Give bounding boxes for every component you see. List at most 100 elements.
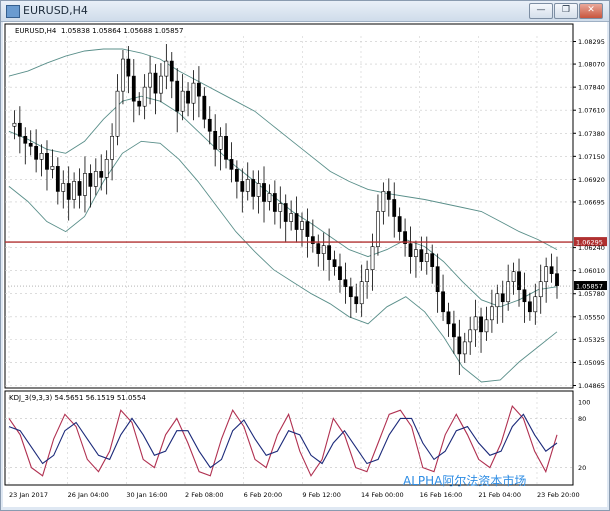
candle-body: [12, 122, 17, 127]
candle-body: [251, 179, 256, 197]
candle-body: [191, 82, 196, 104]
candle-body: [489, 306, 494, 321]
candle-body: [153, 72, 158, 94]
candle-body: [240, 181, 245, 192]
chart-window: EURUSD,H4 — ❐ ✕ 100 80 20 1.08295 1.08070 1.…: [0, 0, 610, 511]
candle-body: [397, 216, 402, 232]
candle-body: [365, 269, 369, 283]
y-tick-label: 1.06920: [578, 176, 605, 184]
candle-body: [479, 316, 483, 333]
indicator-tick-label: 80: [578, 415, 586, 423]
candle-body: [435, 266, 440, 293]
candle-body: [527, 301, 532, 313]
time-axis: 23 Jan 2017 26 Jan 04:00 30 Jan 16:00 2 Feb…: [9, 491, 580, 499]
symbol-header: EURUSD,H4: [15, 27, 57, 35]
indicator-tick-label: 20: [578, 464, 586, 472]
chart-area[interactable]: 100 80 20 1.08295 1.08070 1.07840 1.07610 1.07…: [3, 22, 608, 507]
candle-body: [186, 90, 190, 104]
candle-body: [164, 60, 169, 77]
candle-body: [207, 118, 212, 132]
y-tick-label: 1.08070: [578, 61, 605, 69]
y-tick-label: 1.07840: [578, 84, 605, 92]
candle-body: [348, 286, 353, 298]
window-titlebar[interactable]: EURUSD,H4 — ❐ ✕: [1, 1, 609, 22]
candlestick-chart[interactable]: 100 80 20 1.08295 1.08070 1.07840 1.07610 1.07…: [3, 22, 608, 507]
candle-body: [300, 221, 304, 230]
candle-body: [66, 183, 71, 200]
candle-body: [354, 296, 359, 305]
x-tick-label: 16 Feb 16:00: [420, 491, 463, 499]
candle-body: [28, 143, 33, 147]
candle-body: [245, 179, 250, 192]
candle-body: [538, 281, 543, 298]
candle-body: [131, 75, 136, 102]
candle-body: [517, 271, 521, 291]
candle-body: [332, 259, 337, 267]
candle-body: [289, 213, 294, 222]
indicator-label: KDJ_3(9,3,3) 54.5651 56.1519 51.0554: [9, 394, 146, 402]
candle-body: [495, 293, 500, 308]
candle-body: [316, 243, 321, 254]
candle-body: [473, 316, 478, 331]
candle-body: [343, 279, 348, 288]
indicator-tick-label: 100: [578, 399, 590, 407]
candle-body: [338, 266, 342, 280]
candle-body: [446, 311, 451, 325]
chart-window-icon: [6, 5, 20, 18]
y-tick-label: 1.05780: [578, 290, 605, 298]
candle-body: [88, 173, 93, 187]
y-tick-label: 1.07150: [578, 153, 605, 161]
candle-body: [441, 291, 445, 313]
x-tick-label: 26 Jan 04:00: [68, 491, 109, 499]
candle-body: [457, 336, 462, 355]
candle-body: [148, 72, 152, 88]
x-tick-label: 30 Jan 16:00: [126, 491, 167, 499]
candle-body: [522, 289, 527, 303]
candle-body: [452, 323, 456, 338]
candle-body: [267, 193, 272, 202]
candle-body: [408, 243, 413, 257]
x-tick-label: 23 Feb 20:00: [537, 491, 580, 499]
candle-body: [115, 90, 120, 137]
candle-body: [414, 249, 418, 257]
price-axis: 1.08295 1.08070 1.07840 1.07610 1.07380 1.071…: [573, 38, 608, 390]
candle-body: [305, 221, 310, 237]
candle-body: [45, 153, 49, 170]
candle-body: [544, 266, 549, 283]
candle-body: [370, 246, 375, 270]
candle-body: [468, 329, 473, 343]
candle-body: [359, 281, 364, 305]
candle-body: [321, 245, 326, 254]
candle-body: [17, 122, 22, 137]
candle-body: [327, 245, 332, 260]
close-button[interactable]: ✕: [579, 3, 603, 19]
candle-body: [484, 319, 489, 333]
window-title: EURUSD,H4: [23, 4, 88, 17]
candle-body: [262, 183, 266, 202]
x-tick-label: 6 Feb 20:00: [244, 491, 283, 499]
candle-body: [23, 135, 28, 144]
x-tick-label: 9 Feb 12:00: [302, 491, 341, 499]
x-tick-label: 14 Feb 00:00: [361, 491, 404, 499]
candle-body: [419, 249, 424, 262]
candle-body: [34, 146, 39, 160]
candle-body: [376, 211, 380, 247]
candle-body: [202, 95, 207, 120]
restore-button[interactable]: ❐: [554, 3, 578, 19]
candle-body: [511, 271, 516, 283]
candle-body: [142, 86, 147, 107]
candle-body: [294, 213, 299, 230]
candle-body: [121, 58, 125, 92]
candle-body: [430, 253, 435, 267]
candle-body: [175, 80, 180, 112]
candle-body: [229, 159, 234, 170]
ohlc-header: 1.05838 1.05864 1.05688 1.05857: [61, 27, 183, 35]
candle-body: [110, 135, 114, 160]
candle-body: [283, 203, 288, 222]
candle-body: [462, 341, 467, 355]
candle-body: [381, 191, 386, 212]
candle-body: [234, 169, 239, 182]
candle-body: [169, 60, 174, 82]
candle-body: [104, 159, 109, 178]
minimize-button[interactable]: —: [529, 3, 553, 19]
